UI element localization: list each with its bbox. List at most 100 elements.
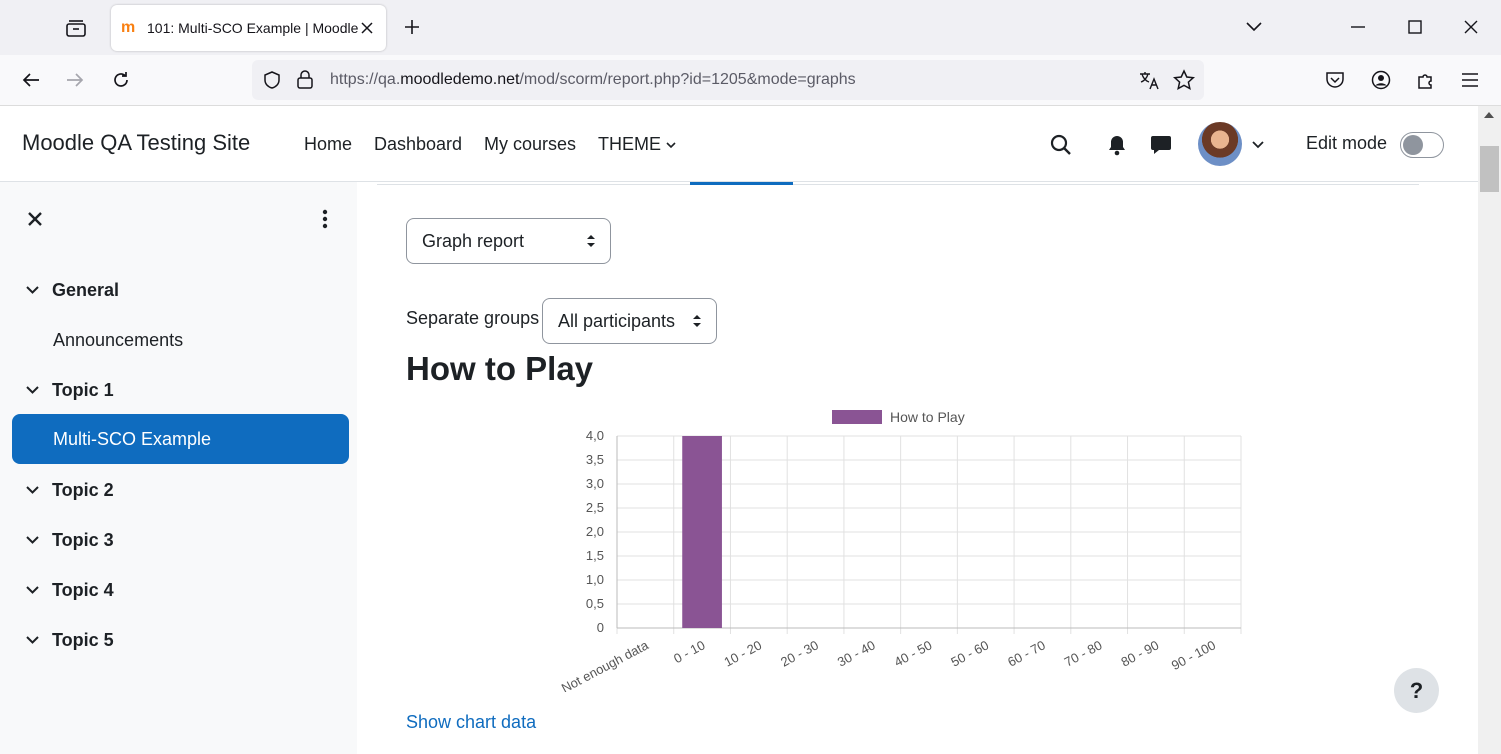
x-tick-label: 20 - 30 <box>778 637 821 669</box>
x-tick-label: 60 - 70 <box>1005 637 1048 669</box>
report-type-select[interactable]: Graph report <box>406 218 611 264</box>
y-tick-label: 4,0 <box>586 428 604 443</box>
y-tick-label: 2,0 <box>586 524 604 539</box>
course-section-topic-5[interactable]: Topic 5 <box>12 615 349 665</box>
url-text: https://qa.moodledemo.net/mod/scorm/repo… <box>330 71 856 88</box>
page-scrollbar[interactable] <box>1478 106 1501 754</box>
close-drawer-icon[interactable] <box>24 208 46 230</box>
bar-chart: 0 0,5 1,0 1,5 2,0 2,5 3,0 3,5 4,0 Not enough data… <box>559 409 1242 692</box>
course-section-topic-1[interactable]: Topic 1 <box>12 365 349 415</box>
chevron-down-icon[interactable] <box>12 586 52 594</box>
course-section-label: Topic 3 <box>52 529 114 550</box>
chevron-down-icon[interactable] <box>12 536 52 544</box>
report-type-value: Graph report <box>422 230 525 251</box>
nav-home[interactable]: Home <box>304 134 352 155</box>
search-icon[interactable] <box>1046 130 1076 160</box>
legend-swatch <box>832 410 882 424</box>
edit-mode-label: Edit mode <box>1306 133 1388 153</box>
nav-my-courses[interactable]: My courses <box>484 134 576 155</box>
course-item-announcements[interactable]: Announcements <box>12 315 349 365</box>
course-index-drawer: General Announcements Topic 1 Multi-SCO … <box>0 182 357 754</box>
x-tick-label: 0 - 10 <box>671 637 707 666</box>
show-chart-data-link[interactable]: Show chart data <box>406 712 536 733</box>
forward-arrow-icon[interactable] <box>58 63 92 97</box>
y-tick-label: 0 <box>597 620 604 635</box>
y-tick-label: 3,0 <box>586 476 604 491</box>
user-avatar[interactable] <box>1198 122 1242 166</box>
bookmark-star-icon[interactable] <box>1173 69 1195 91</box>
tab-overflow-chevron-icon[interactable] <box>1236 12 1272 42</box>
x-tick-label: 80 - 90 <box>1119 637 1162 669</box>
account-icon[interactable] <box>1364 63 1398 97</box>
course-section-topic-2[interactable]: Topic 2 <box>12 465 349 515</box>
course-section-label: Topic 4 <box>52 579 114 600</box>
groups-select-value: All participants <box>558 310 676 331</box>
legend-label: How to Play <box>890 409 965 425</box>
chevron-down-icon <box>666 142 676 148</box>
browser-tab-strip: m 101: Multi-SCO Example | Moodle <box>0 0 1501 55</box>
window-close-icon[interactable] <box>1453 12 1489 42</box>
chevron-down-icon[interactable] <box>12 486 52 494</box>
course-section-label: Topic 1 <box>52 379 114 400</box>
x-tick-label: 40 - 50 <box>892 637 935 669</box>
select-arrows-icon <box>587 235 595 247</box>
translate-icon[interactable] <box>1138 70 1160 90</box>
browser-tab-active[interactable]: m 101: Multi-SCO Example | Moodle <box>111 5 386 51</box>
user-menu-chevron-icon[interactable] <box>1243 130 1273 160</box>
scrollbar-thumb[interactable] <box>1480 146 1499 192</box>
url-bar[interactable]: https://qa.moodledemo.net/mod/scorm/repo… <box>252 60 1204 100</box>
maximize-icon[interactable] <box>1397 12 1433 42</box>
lock-icon[interactable] <box>296 70 314 90</box>
edit-mode-toggle[interactable] <box>1400 132 1444 158</box>
secondary-nav-divider <box>377 184 1419 185</box>
help-button[interactable]: ? <box>1394 668 1439 713</box>
x-tick-label: Not enough data <box>559 637 652 692</box>
chevron-down-icon[interactable] <box>12 636 52 644</box>
site-brand[interactable]: Moodle QA Testing Site <box>22 130 250 156</box>
course-item-label: Announcements <box>53 329 184 350</box>
main-content: Graph report Separate groups All partici… <box>357 182 1478 754</box>
y-tick-label: 2,5 <box>586 500 604 515</box>
tab-list-icon[interactable] <box>58 10 94 46</box>
page-heading: How to Play <box>406 350 594 387</box>
scroll-up-arrow-icon[interactable] <box>1484 112 1494 118</box>
messages-icon[interactable] <box>1146 130 1176 160</box>
menu-icon[interactable] <box>1453 63 1487 97</box>
extensions-icon[interactable] <box>1409 63 1443 97</box>
course-section-label: Topic 2 <box>52 479 114 500</box>
groups-select[interactable]: All participants <box>542 298 717 344</box>
chart-bar <box>682 436 722 628</box>
chevron-down-icon[interactable] <box>12 386 52 394</box>
reload-icon[interactable] <box>104 63 138 97</box>
pocket-icon[interactable] <box>1318 63 1352 97</box>
x-tick-label: 30 - 40 <box>835 637 878 669</box>
browser-nav-bar: https://qa.moodledemo.net/mod/scorm/repo… <box>0 55 1501 106</box>
course-item-label: Multi-SCO Example <box>53 428 212 449</box>
course-section-label: Topic 5 <box>52 629 114 650</box>
x-tick-label: 90 - 100 <box>1169 637 1218 673</box>
course-section-label: General <box>52 279 120 300</box>
tab-close-icon[interactable] <box>358 19 376 37</box>
chevron-down-icon[interactable] <box>12 286 52 294</box>
minimize-icon[interactable] <box>1340 12 1376 42</box>
course-section-topic-3[interactable]: Topic 3 <box>12 515 349 565</box>
y-tick-label: 1,5 <box>586 548 604 563</box>
site-header: Moodle QA Testing Site Home Dashboard My… <box>0 106 1478 182</box>
tab-title: 101: Multi-SCO Example | Moodle <box>147 20 358 36</box>
x-tick-label: 70 - 80 <box>1062 637 1105 669</box>
course-item-multi-sco-example[interactable]: Multi-SCO Example <box>12 414 349 464</box>
course-section-general[interactable]: General <box>12 265 349 315</box>
nav-theme-label: THEME <box>598 134 661 154</box>
kebab-menu-icon[interactable] <box>316 206 334 232</box>
nav-theme[interactable]: THEME <box>598 134 676 155</box>
nav-dashboard[interactable]: Dashboard <box>374 134 462 155</box>
moodle-favicon-icon: m <box>121 19 136 36</box>
new-tab-icon[interactable] <box>397 12 427 42</box>
y-tick-label: 3,5 <box>586 452 604 467</box>
x-tick-label: 50 - 60 <box>948 637 991 669</box>
notification-bell-icon[interactable] <box>1102 130 1132 160</box>
back-arrow-icon[interactable] <box>14 63 48 97</box>
course-section-topic-4[interactable]: Topic 4 <box>12 565 349 615</box>
groups-label: Separate groups <box>406 308 540 328</box>
shield-icon[interactable] <box>262 70 282 90</box>
